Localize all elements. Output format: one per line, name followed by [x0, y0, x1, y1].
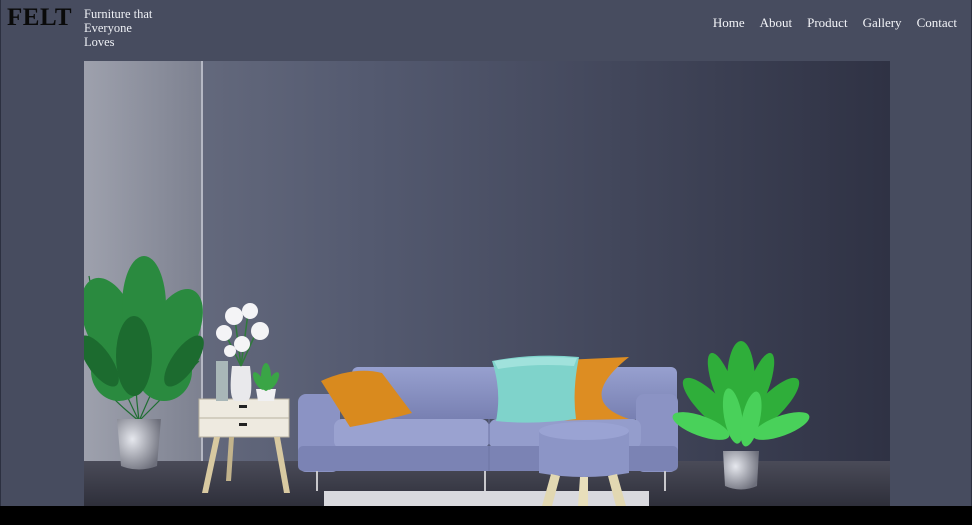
main-nav: Home About Product Gallery Contact: [713, 15, 957, 31]
nav-link-gallery[interactable]: Gallery: [863, 15, 902, 31]
nav-link-about[interactable]: About: [760, 15, 793, 31]
brand-logo[interactable]: FELT: [7, 4, 72, 32]
bottom-bar: [0, 506, 972, 525]
nav-link-contact[interactable]: Contact: [917, 15, 957, 31]
nav-link-product[interactable]: Product: [807, 15, 847, 31]
page: FELT Furniture that Everyone Loves Home …: [0, 0, 972, 506]
ottoman: [539, 422, 629, 506]
hero-image: [84, 61, 890, 506]
nav-link-home[interactable]: Home: [713, 15, 745, 31]
brand-tagline: Furniture that Everyone Loves: [84, 7, 153, 49]
living-room-photo-icon: [84, 61, 890, 506]
